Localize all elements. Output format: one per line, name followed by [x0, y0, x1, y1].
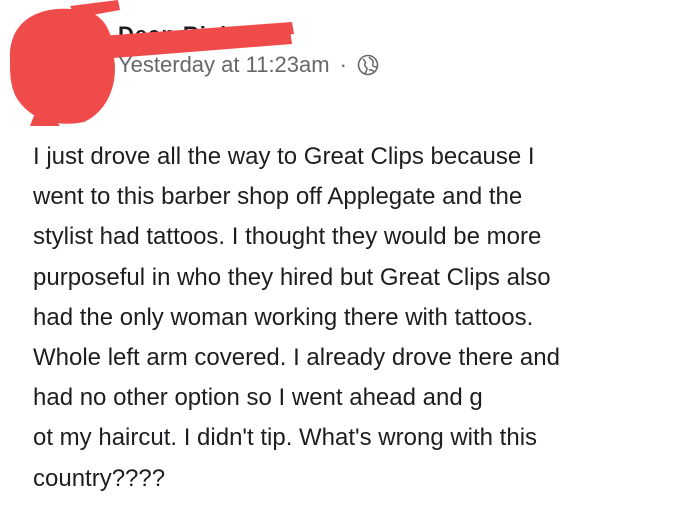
post-line: Whole left arm covered. I already drove … [33, 344, 560, 372]
post-body-text: I just drove all the way to Great Clips … [33, 137, 688, 499]
post-line: had no other option so I went ahead and … [33, 384, 483, 412]
post-timestamp[interactable]: Yesterday at 11:23am [118, 52, 330, 78]
post-line: purposeful in who they hired but Great C… [33, 263, 551, 291]
facebook-post: Dean Rickey Yesterday at 11:23am · I jus… [0, 0, 700, 518]
globe-icon[interactable] [357, 54, 379, 76]
post-meta: Yesterday at 11:23am · [118, 52, 379, 78]
post-line: ot my haircut. I didn't tip. What's wron… [33, 424, 538, 452]
post-line: country???? [33, 464, 166, 492]
post-line: I just drove all the way to Great Clips … [33, 143, 535, 170]
post-line: went to this barber shop off Applegate a… [33, 183, 523, 211]
post-line: stylist had tattoos. I thought they woul… [33, 223, 542, 251]
meta-separator: · [339, 52, 347, 77]
post-line: had the only woman working there with ta… [33, 303, 534, 331]
